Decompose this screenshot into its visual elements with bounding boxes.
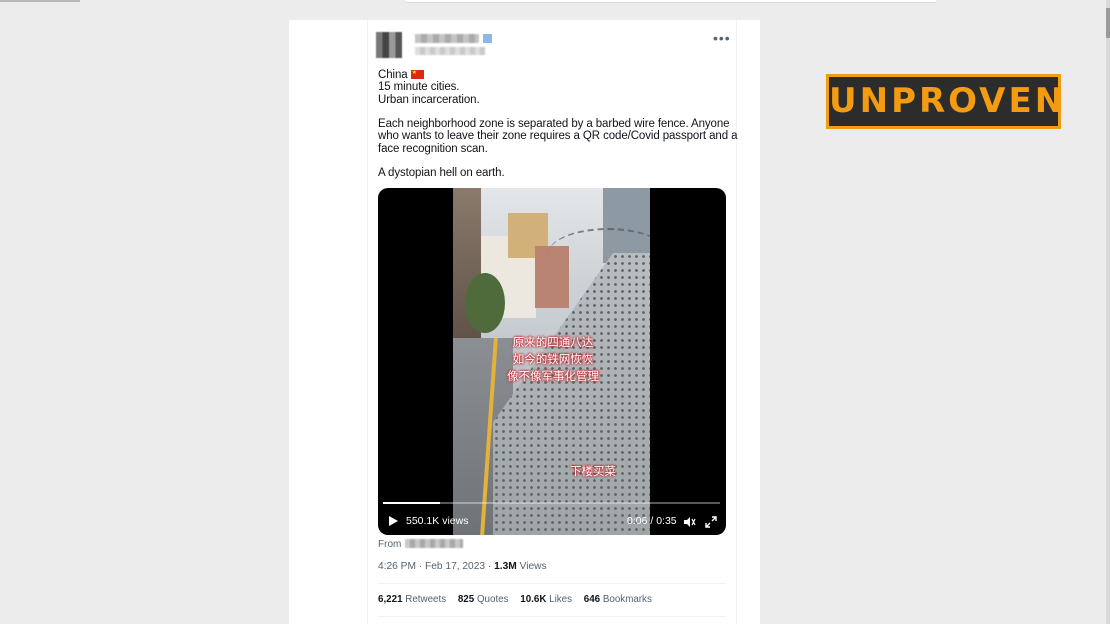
- video-progress-fill: [383, 502, 441, 504]
- from-attribution: From: [378, 539, 464, 550]
- tweet-views-label: Views: [519, 561, 547, 572]
- tweet-page: ••• China 15 minute cities. Urban incarc…: [289, 20, 760, 624]
- tweet-line: [378, 106, 730, 118]
- retweets-stat[interactable]: 6,221 Retweets: [378, 594, 446, 605]
- fullscreen-icon[interactable]: [705, 515, 717, 528]
- tweet-date[interactable]: Feb 17, 2023: [425, 561, 485, 572]
- quotes-stat[interactable]: 825 Quotes: [458, 594, 509, 605]
- tweet-line: face recognition scan.: [378, 142, 488, 155]
- video-caption: 原来的四通八达 如今的铁网恢恢 像不像军事化管理: [507, 335, 599, 383]
- tweet-line: China: [378, 67, 730, 81]
- tweet-line: 15 minute cities.: [378, 81, 460, 94]
- tweet-line: who wants to leave their zone requires a…: [378, 130, 738, 143]
- volume-icon[interactable]: [683, 515, 696, 527]
- video-time: 0:06 / 0:35: [627, 515, 677, 527]
- handle-redacted[interactable]: [415, 47, 485, 55]
- tweet-text: China 15 minute cities. Urban incarcerat…: [378, 67, 738, 180]
- divider: [378, 616, 726, 617]
- tweet-line: A dystopian hell on earth.: [378, 167, 505, 180]
- avatar[interactable]: [376, 32, 402, 58]
- browser-tab-strip: [0, 0, 80, 2]
- video-caption-bottom: 下楼买菜: [570, 464, 616, 478]
- divider: [378, 583, 726, 584]
- video-view-count: 550.1K views: [406, 515, 469, 527]
- play-icon[interactable]: [387, 515, 399, 527]
- tweet-views-value: 1.3M: [494, 561, 517, 572]
- tweet-meta: 4:26 PM · Feb 17, 2023 · 1.3M Views: [378, 561, 547, 572]
- more-options-button[interactable]: •••: [713, 30, 730, 46]
- scrollbar-thumb[interactable]: [1106, 8, 1110, 38]
- tweet-time[interactable]: 4:26 PM: [378, 561, 416, 572]
- column-divider-left: [367, 20, 368, 624]
- display-name-redacted[interactable]: [415, 34, 479, 43]
- video-player[interactable]: 原来的四通八达 如今的铁网恢恢 像不像军事化管理 下楼买菜 550.1K vie…: [378, 188, 726, 535]
- column-divider-right: [736, 20, 737, 624]
- bookmarks-stat[interactable]: 646 Bookmarks: [584, 594, 652, 605]
- tweet-line: Urban incarceration.: [378, 93, 480, 106]
- unproven-stamp: UNPROVEN: [826, 74, 1063, 129]
- tweet-line: [378, 155, 730, 167]
- address-bar[interactable]: [406, 0, 936, 3]
- scrollbar[interactable]: [1106, 0, 1110, 624]
- china-flag-icon: [410, 67, 424, 79]
- tweet-line: Each neighborhood zone is separated by a…: [378, 118, 730, 131]
- likes-stat[interactable]: 10.6K Likes: [520, 594, 572, 605]
- source-redacted[interactable]: [405, 539, 464, 548]
- video-progress-bar[interactable]: [383, 502, 720, 504]
- engagement-stats: 6,221 Retweets 825 Quotes 10.6K Likes 64…: [378, 594, 661, 605]
- verified-badge-icon: [483, 34, 492, 43]
